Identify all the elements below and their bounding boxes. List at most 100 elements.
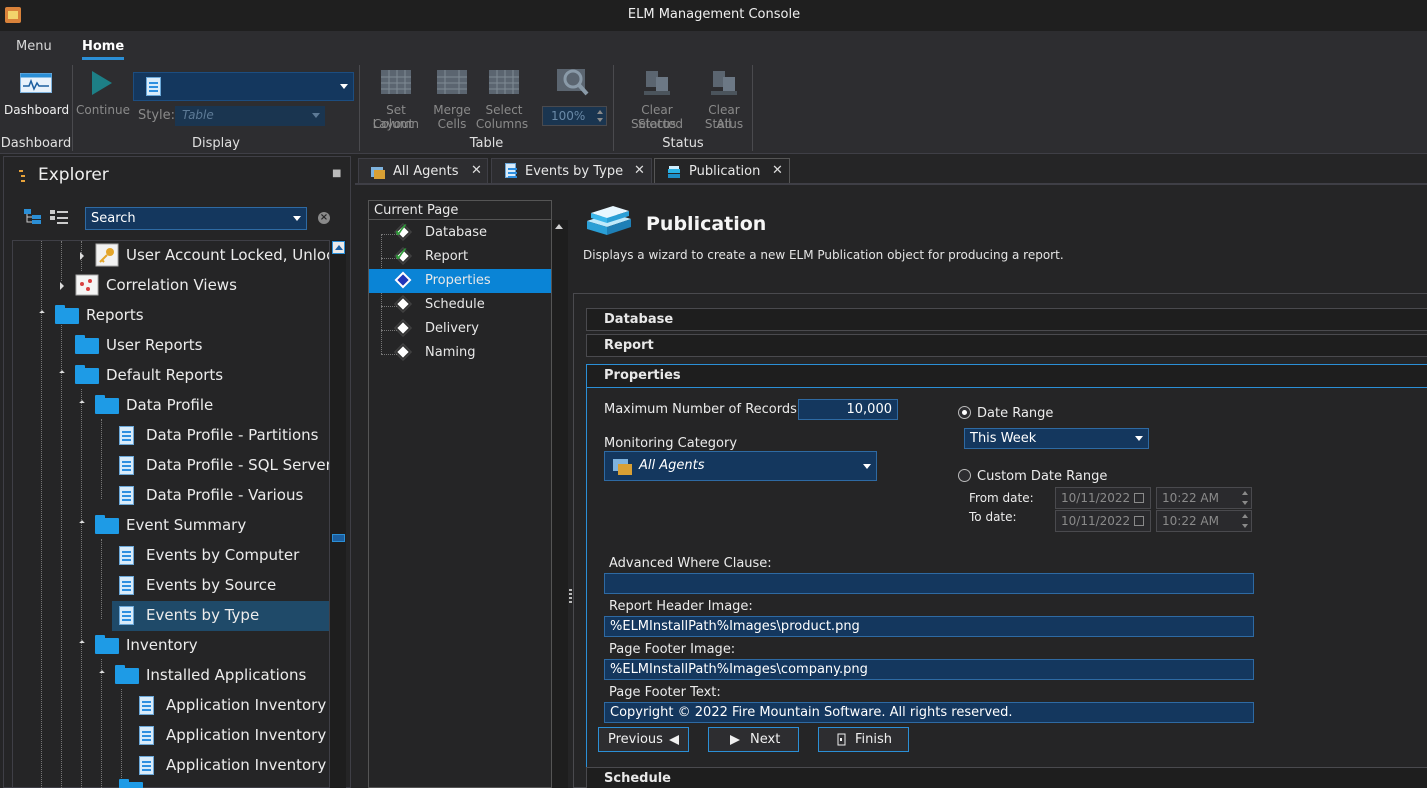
splitter-handle[interactable] [569,589,572,603]
search-input[interactable]: Search [85,207,307,230]
scroll-up-icon[interactable] [555,224,563,229]
monitoring-category-select[interactable]: All Agents [604,451,877,481]
scroll-up-icon[interactable] [332,241,345,254]
collapse-icon[interactable] [99,670,105,676]
ribbon-tab-menu[interactable]: Menu [16,39,52,54]
spin-down-icon[interactable] [597,118,603,122]
clear-icon[interactable]: × [318,212,330,224]
spin-up-icon[interactable] [597,110,603,114]
chevron-down-icon [863,464,871,469]
max-records-input[interactable]: 10,000 [798,399,898,420]
clear-all-status-button[interactable]: Clear All Status [700,67,748,131]
tree-item[interactable]: Events by Computer [99,541,332,571]
wizard-step-schedule[interactable]: Schedule [369,293,551,317]
zoom-input[interactable]: 100% [542,106,607,126]
tree-item[interactable]: Inventory [79,631,332,661]
style-select-value: Table [182,108,214,122]
tree-item[interactable]: Data Profile - SQL Server [99,451,332,481]
date-range-select[interactable]: This Week [964,428,1149,449]
collapse-icon[interactable] [59,370,65,376]
from-date-input[interactable]: 10/11/2022 [1055,487,1151,509]
tree-item[interactable]: Data Profile - Various [99,481,332,511]
tree-item[interactable]: User Reports [59,331,332,361]
tree-scrollbar[interactable] [329,240,346,788]
expand-icon[interactable] [80,252,84,260]
previous-button[interactable]: Previous [598,727,689,752]
dashboard-button[interactable]: Dashboard [4,67,69,119]
chevron-down-icon[interactable] [293,216,301,221]
collapse-icon[interactable] [39,310,45,316]
report-icon [119,456,134,475]
set-column-layout-button[interactable]: Set Column Layout [363,67,429,131]
close-icon[interactable]: ✕ [634,163,645,178]
close-icon[interactable]: ✕ [471,163,482,178]
server-status-icon [644,71,670,95]
section-header-database[interactable]: Database [586,308,1427,331]
list-view-icon[interactable] [50,209,68,225]
tree-item-selected[interactable]: Events by Type [112,601,332,631]
tree-item[interactable]: Event Summary [79,511,332,541]
tree-item[interactable]: Default Reports [59,361,332,391]
tab-publication[interactable]: Publication ✕ [654,158,790,184]
style-select[interactable]: Table [175,106,325,126]
spin-up-icon[interactable] [1242,491,1248,495]
wizard-step-label: Naming [425,345,476,360]
ribbon-tab-home[interactable]: Home [82,39,124,54]
calendar-icon[interactable] [1134,516,1144,526]
tree-item[interactable]: Data Profile - Partitions [99,421,332,451]
folder-icon [75,365,99,384]
spin-up-icon[interactable] [1242,514,1248,518]
collapse-icon[interactable] [79,520,85,526]
clear-selected-status-button[interactable]: Clear Selected Status [616,67,698,131]
collapse-icon[interactable] [79,400,85,406]
footer-image-input[interactable]: %ELMInstallPath%Images\company.png [604,659,1254,680]
wizard-nav-scrollbar[interactable] [551,220,568,788]
wizard-step-naming[interactable]: Naming [369,341,551,365]
expand-icon[interactable] [60,282,64,290]
tree-item[interactable]: Data Profile [79,391,332,421]
close-icon[interactable]: ✕ [772,163,783,178]
continue-button[interactable]: Continue [76,67,130,119]
tree-item[interactable]: Correlation Views [59,271,332,301]
section-header-schedule[interactable]: Schedule [586,767,1427,788]
custom-date-range-radio[interactable] [958,469,971,482]
spin-down-icon[interactable] [1242,524,1248,528]
tree-item[interactable]: Application Inventory B [119,721,332,751]
spin-down-icon[interactable] [1242,501,1248,505]
report-selector[interactable] [133,72,354,101]
wizard-step-delivery[interactable]: Delivery [369,317,551,341]
tab-all-agents[interactable]: All Agents ✕ [358,158,488,184]
tree-item[interactable]: Events by Source [99,571,332,601]
to-time-input[interactable]: 10:22 AM [1156,510,1252,532]
section-header-report[interactable]: Report [586,334,1427,357]
to-date-input[interactable]: 10/11/2022 [1055,510,1151,532]
wizard-step-properties[interactable]: Properties [369,269,551,293]
wizard-step-report[interactable]: ✓ Report [369,242,551,269]
scroll-thumb[interactable] [332,534,345,542]
report-icon [119,426,134,445]
tab-events-by-type[interactable]: Events by Type ✕ [491,158,652,184]
tree-view-icon[interactable] [24,209,42,225]
from-time-input[interactable]: 10:22 AM [1156,487,1252,509]
wizard-step-label: Database [425,225,488,240]
tree-item[interactable]: Reports [39,301,332,331]
tree-item[interactable]: Installed Applications [99,661,332,691]
finish-button[interactable]: Finish [818,727,909,752]
merge-cells-button[interactable]: Merge Cells [431,67,473,131]
tree-item[interactable]: Application Inventory b [119,691,332,721]
tree-item[interactable]: Application Inventory b [119,751,332,781]
pin-icon[interactable]: ■ [332,168,341,179]
calendar-icon[interactable] [1134,493,1144,503]
footer-text-input[interactable]: Copyright © 2022 Fire Mountain Software.… [604,702,1254,723]
next-button[interactable]: Next [708,727,799,752]
advanced-where-input[interactable] [604,573,1254,594]
date-range-radio[interactable] [958,406,971,419]
tree-item-label: Reports [86,306,144,324]
zoom-icon[interactable] [556,67,590,97]
select-columns-button[interactable]: Select Columns [474,67,534,131]
tree-item[interactable]: User Account Locked, Unlock [79,241,332,271]
collapse-icon[interactable] [79,640,85,646]
header-image-input[interactable]: %ELMInstallPath%Images\product.png [604,616,1254,637]
section-header-properties[interactable]: Properties [587,365,1427,388]
tree-item-label: Data Profile - Partitions [146,426,319,444]
